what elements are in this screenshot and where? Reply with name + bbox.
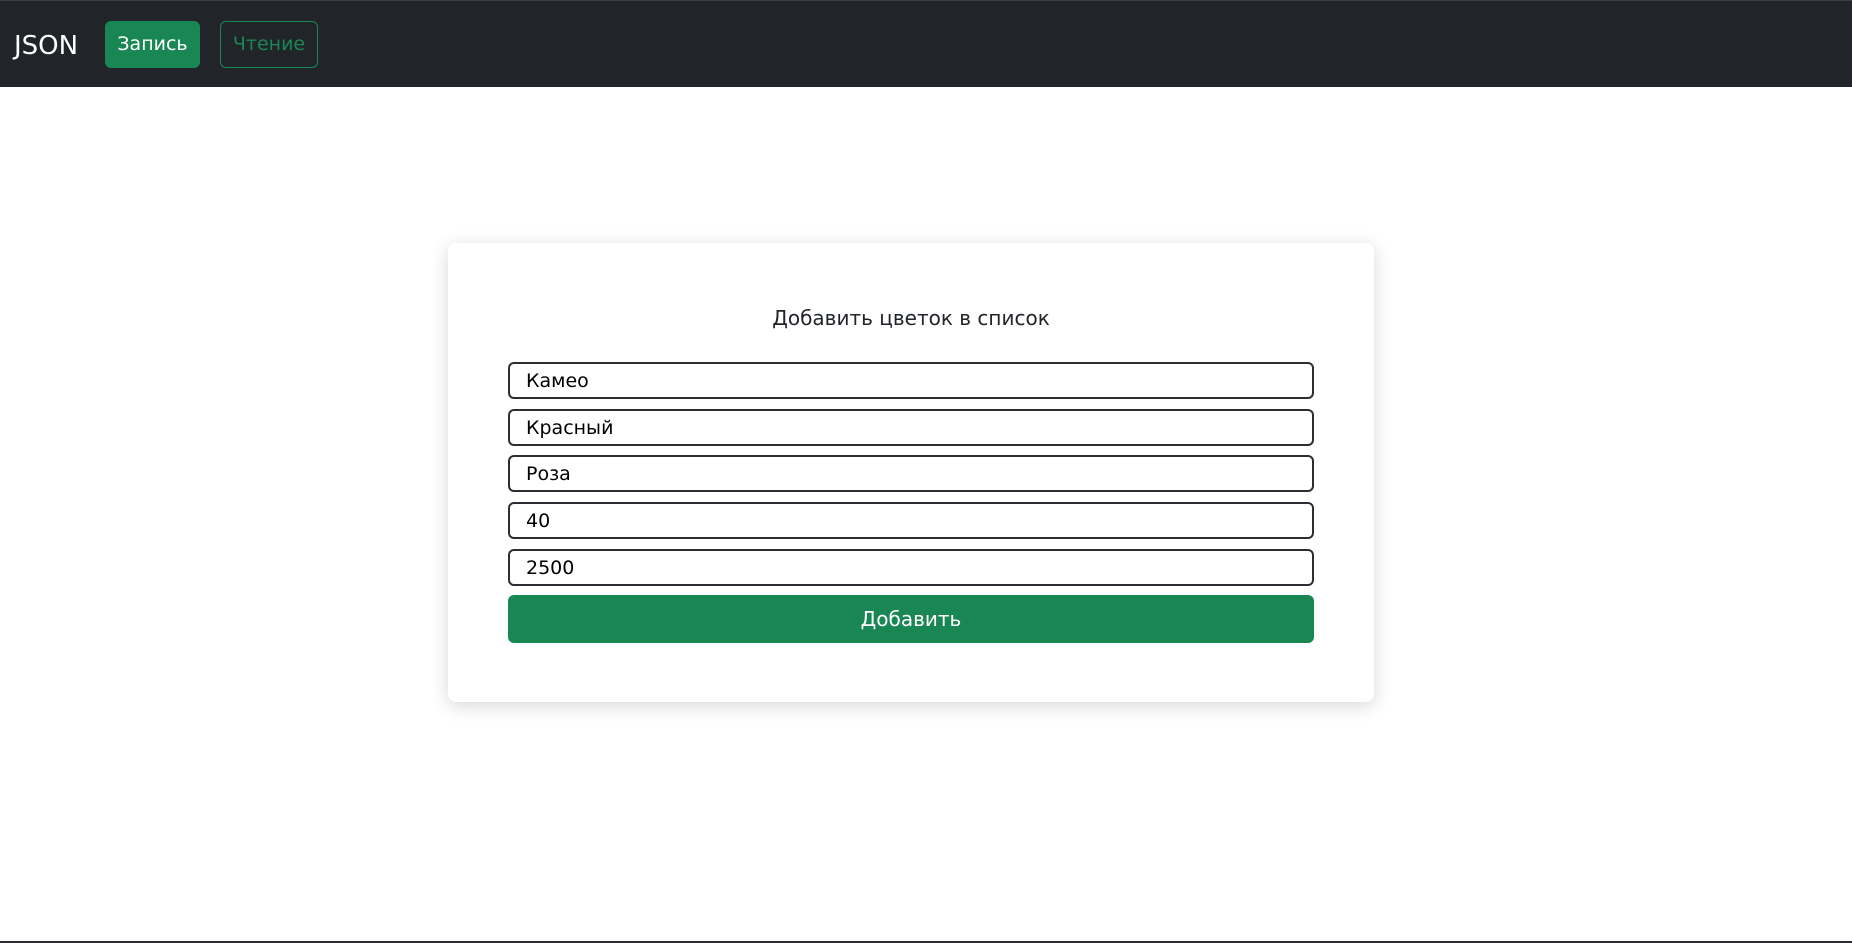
flower-type-input[interactable] [508,455,1314,492]
top-navbar: JSON Запись Чтение [0,0,1852,87]
flower-color-input[interactable] [508,409,1314,446]
write-tab-button[interactable]: Запись [105,21,200,68]
flower-quantity-input[interactable] [508,502,1314,539]
flower-name-input[interactable] [508,362,1314,399]
add-button[interactable]: Добавить [508,595,1314,643]
flower-price-input[interactable] [508,549,1314,586]
navbar-brand[interactable]: JSON [14,29,78,63]
add-flower-form-card: Добавить цветок в список Добавить [448,243,1374,702]
read-tab-button[interactable]: Чтение [220,21,318,68]
form-title: Добавить цветок в список [772,306,1050,330]
